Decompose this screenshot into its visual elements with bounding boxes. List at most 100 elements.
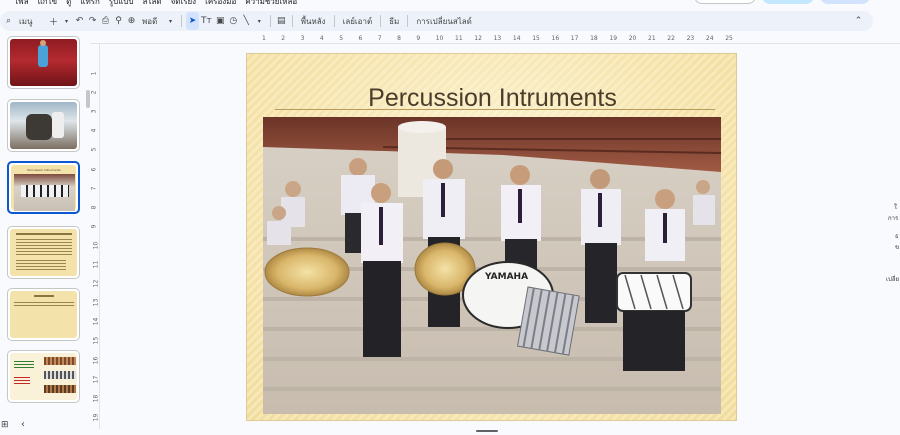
print-icon[interactable]: ⎙ — [99, 12, 112, 30]
ruler-tick-label: 22 — [667, 35, 675, 42]
ruler-tick-label: 5 — [339, 35, 344, 42]
slide-thumbnail[interactable] — [7, 350, 80, 403]
zoom-dropdown-icon[interactable]: ▾ — [164, 12, 177, 30]
collapse-toolbar-icon[interactable]: ⌃ — [852, 12, 865, 30]
vertical-ruler: 1 2 3 4 5 6 7 8 9 10 11 12 13 14 15 16 17 18 19 — [90, 44, 100, 429]
divider — [291, 15, 293, 27]
ruler-tick-label: 17 — [92, 375, 100, 383]
menu-item[interactable]: แก้ไข — [38, 0, 58, 8]
ruler-tick-label: 21 — [648, 35, 656, 42]
menu-item[interactable]: แทรก — [80, 0, 100, 8]
menu-item[interactable]: จัดเรียง — [171, 0, 197, 8]
band-photo[interactable]: YAMAHA — [263, 117, 721, 414]
side-panel-text: ข — [895, 244, 900, 251]
share-button[interactable] — [762, 0, 814, 4]
divider — [407, 15, 409, 27]
menu-items: ไฟล์ แก้ไข ดู แทรก รูปแบบ สไลด์ จัดเรียง เครื่อ… — [14, 0, 297, 8]
menu-item[interactable]: ความช่วยเหลือ — [245, 0, 297, 8]
ruler-tick-label: 12 — [92, 279, 100, 288]
transition-button[interactable]: การเปลี่ยนสไลด์ — [412, 12, 476, 30]
menu-item[interactable]: รูปแบบ — [109, 0, 134, 8]
ruler-tick-label: 1 — [90, 71, 98, 76]
zoom-icon[interactable]: ⊕ — [125, 12, 138, 30]
ruler-tick-label: 24 — [705, 35, 714, 42]
ruler-tick-label: 18 — [92, 394, 100, 403]
side-panel-text: เปลี่ย — [886, 276, 900, 283]
horizontal-ruler: 1 2 3 4 5 6 7 8 9 10 11 12 13 14 15 16 17 18 19 20 21 22 23 24 2… — [90, 34, 900, 44]
ruler-tick-label: 6 — [90, 167, 98, 171]
slide-thumbnail-selected[interactable]: Percussion Intruments — [7, 161, 80, 214]
redo-icon[interactable]: ↷ — [86, 12, 99, 30]
account-button[interactable] — [820, 0, 870, 4]
divider — [181, 15, 183, 27]
filmstrip: Percussion Intruments — [0, 34, 88, 419]
ruler-tick-label: 4 — [319, 35, 324, 42]
ruler-tick-label: 10 — [92, 241, 100, 250]
shape-icon[interactable]: ◷ — [227, 12, 240, 30]
slideshow-button[interactable] — [694, 0, 756, 4]
title-underline — [275, 109, 715, 110]
ruler-tick-label: 16 — [551, 35, 560, 42]
slide[interactable]: Percussion Intruments YAMAHA — [246, 53, 737, 421]
svg-text:YAMAHA: YAMAHA — [484, 272, 528, 282]
ruler-tick-label: 23 — [686, 35, 695, 42]
new-slide-dropdown-icon[interactable]: ▾ — [60, 12, 73, 30]
ruler-tick-label: 14 — [92, 317, 100, 326]
slide-thumbnail[interactable] — [7, 99, 80, 152]
new-slide-button[interactable]: ＋ — [47, 12, 60, 30]
layout-button[interactable]: เลย์เอาต์ — [339, 12, 377, 30]
ruler-tick-label: 5 — [90, 147, 98, 152]
ruler-tick-label: 2 — [90, 90, 98, 95]
slide-thumbnail[interactable] — [7, 288, 80, 341]
slide-thumbnail[interactable] — [7, 36, 80, 89]
menu-item[interactable]: ไฟล์ — [14, 0, 29, 8]
comment-icon[interactable]: ▤ — [275, 12, 288, 30]
select-tool-icon[interactable]: ➤ — [186, 12, 200, 30]
image-icon[interactable]: ▣ — [214, 12, 227, 30]
band-photo-image: YAMAHA — [263, 117, 721, 414]
ruler-tick-label: 13 — [92, 298, 100, 307]
theme-button[interactable]: ธีม — [385, 12, 403, 30]
ruler-tick-label: 9 — [416, 35, 421, 42]
background-button[interactable]: พื้นหลัง — [297, 12, 330, 30]
ruler-tick-label: 1 — [262, 35, 266, 42]
side-panel-text: ใ — [894, 204, 897, 211]
toolbar: ⌕ เมนู ＋ ▾ ↶ ↷ ⎙ ⚲ ⊕ พอดี ▾ ➤ Tт ▣ ◷ ╲ ▾… — [0, 11, 873, 31]
divider — [380, 15, 382, 27]
ruler-tick-label: 11 — [92, 260, 100, 269]
grid-view-icon[interactable]: ⊞ — [1, 420, 9, 430]
ruler-tick-label: 7 — [377, 35, 382, 42]
ruler-tick-label: 2 — [281, 35, 286, 42]
ruler-tick-label: 14 — [512, 35, 521, 42]
undo-icon[interactable]: ↶ — [73, 12, 86, 30]
menu-item[interactable]: สไลด์ — [143, 0, 162, 8]
menu-bar: ไฟล์ แก้ไข ดู แทรก รูปแบบ สไลด์ จัดเรียง เครื่อ… — [0, 0, 900, 8]
ruler-tick-label: 11 — [455, 35, 463, 42]
side-panel-text: การ — [888, 215, 899, 222]
text-box-icon[interactable]: Tт — [199, 12, 214, 30]
ruler-tick-label: 15 — [532, 35, 540, 42]
collapse-filmstrip-icon[interactable]: ‹ — [21, 419, 25, 430]
menu-item[interactable]: ดู — [66, 0, 71, 8]
paint-format-icon[interactable]: ⚲ — [112, 12, 125, 30]
ruler-tick-label: 9 — [90, 224, 98, 229]
line-icon[interactable]: ╲ — [240, 12, 253, 30]
zoom-select[interactable]: พอดี — [138, 12, 164, 30]
slide-thumbnail[interactable] — [7, 226, 80, 279]
search-menus-button[interactable]: เมนู — [15, 12, 47, 30]
ruler-tick-label: 6 — [358, 35, 363, 42]
side-panel-text: ธ — [895, 233, 899, 240]
ruler-tick-label: 3 — [300, 35, 305, 42]
search-icon[interactable]: ⌕ — [2, 12, 15, 30]
ruler-tick-label: 8 — [90, 205, 98, 210]
ruler-tick-label: 7 — [90, 186, 98, 191]
ruler-tick-label: 18 — [590, 35, 598, 42]
menu-item[interactable]: เครื่องมือ — [205, 0, 236, 8]
ruler-tick-label: 10 — [435, 35, 444, 42]
thumbnail-title: Percussion Intruments — [27, 168, 61, 172]
ruler-tick-label: 15 — [92, 337, 100, 345]
line-dropdown-icon[interactable]: ▾ — [253, 12, 266, 30]
notes-drag-handle[interactable] — [476, 430, 498, 432]
ruler-tick-label: 17 — [570, 35, 579, 42]
ruler-tick-label: 25 — [725, 35, 733, 42]
